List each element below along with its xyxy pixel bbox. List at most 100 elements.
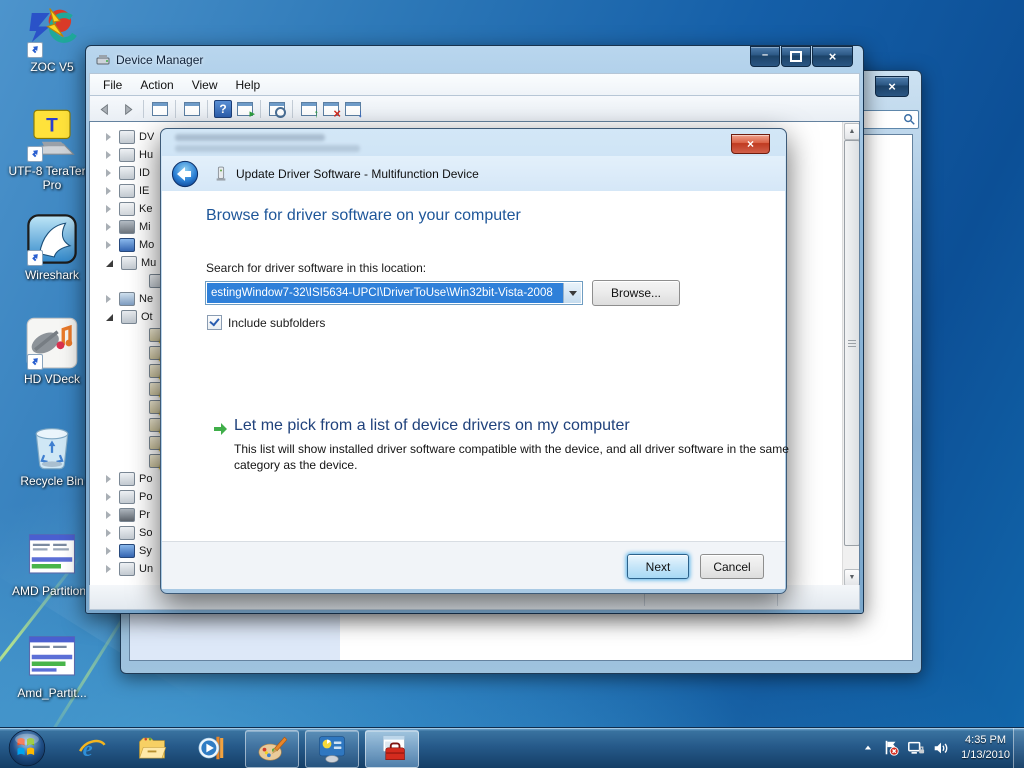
- zoc-icon: [25, 4, 79, 58]
- let-me-pick-link[interactable]: Let me pick from a list of device driver…: [234, 417, 630, 435]
- toolbar-separator: [260, 100, 261, 118]
- expand-expanded-icon[interactable]: [106, 313, 113, 321]
- recycle-icon: [25, 418, 79, 472]
- taskbar-button-toolbox[interactable]: [365, 730, 419, 768]
- expand-collapsed-icon[interactable]: [106, 151, 111, 159]
- uninstall-icon[interactable]: ×: [321, 100, 341, 120]
- menu-action[interactable]: Action: [131, 76, 182, 94]
- window-title: Device Manager: [116, 52, 204, 67]
- driver-path-value[interactable]: estingWindow7-32\ISI5634-UPCI\DriverToUs…: [207, 283, 564, 303]
- action-center-icon[interactable]: [882, 739, 900, 757]
- show-desktop-button[interactable]: [1013, 728, 1024, 768]
- hidden-icons-icon[interactable]: [861, 739, 875, 757]
- expand-collapsed-icon[interactable]: [106, 565, 111, 573]
- menu-view[interactable]: View: [183, 76, 227, 94]
- expand-collapsed-icon[interactable]: [106, 223, 111, 231]
- glass-ghost-text: [175, 145, 360, 152]
- tree-item-label: Ot: [141, 311, 153, 323]
- properties-icon[interactable]: [182, 100, 201, 118]
- cancel-button[interactable]: Cancel: [700, 554, 764, 579]
- menu-file[interactable]: File: [94, 76, 131, 94]
- search-input[interactable]: [861, 110, 919, 129]
- start-button[interactable]: [8, 729, 46, 767]
- menu-help[interactable]: Help: [227, 76, 270, 94]
- driver-path-combobox[interactable]: estingWindow7-32\ISI5634-UPCI\DriverToUs…: [205, 281, 583, 305]
- expand-collapsed-icon[interactable]: [106, 133, 111, 141]
- taskbar: e 4:35 PM 1/13/2010: [0, 727, 1024, 768]
- toolbar-separator: [143, 100, 144, 118]
- tree-item-label: Un: [139, 563, 154, 575]
- multi-device-icon: [121, 256, 137, 270]
- let-me-pick-description: This list will show installed driver sof…: [234, 442, 789, 473]
- help-icon[interactable]: ?: [214, 100, 232, 118]
- svg-text:e: e: [83, 736, 93, 761]
- expand-collapsed-icon[interactable]: [106, 169, 111, 177]
- search-icon: [904, 114, 915, 125]
- tree-item-label: Ne: [139, 293, 154, 305]
- drive-device-icon: [119, 130, 135, 144]
- close-button[interactable]: [875, 76, 909, 97]
- back-button[interactable]: [171, 160, 199, 188]
- update-driver-wizard-dialog[interactable]: × Update Driver Software - Multifunction…: [160, 128, 789, 594]
- browse-button[interactable]: Browse...: [592, 280, 680, 306]
- ide-device-icon: [119, 166, 135, 180]
- shortcut-arrow-icon: [27, 42, 43, 58]
- shortcut-arrow-icon: [27, 146, 43, 162]
- menu-bar: File Action View Help: [89, 73, 860, 96]
- update-driver-icon[interactable]: ↑: [299, 100, 319, 120]
- combobox-dropdown-button[interactable]: [563, 283, 581, 303]
- close-button[interactable]: [812, 46, 853, 67]
- taskbar-clock[interactable]: 4:35 PM 1/13/2010: [961, 733, 1010, 764]
- expand-collapsed-icon[interactable]: [106, 295, 111, 303]
- tree-item-label: Ke: [139, 203, 153, 215]
- scroll-down-button[interactable]: ▼: [844, 569, 859, 586]
- clock-time: 4:35 PM: [965, 733, 1007, 746]
- minimize-button[interactable]: [750, 46, 780, 67]
- tree-item-label: Po: [139, 473, 153, 485]
- expand-collapsed-icon[interactable]: [106, 529, 111, 537]
- taskbar-button-ie[interactable]: e: [70, 730, 114, 766]
- system-tray: 4:35 PM 1/13/2010: [861, 728, 1010, 768]
- network-icon[interactable]: [907, 739, 925, 757]
- console-tree-icon[interactable]: [150, 100, 169, 118]
- system-device-icon: [119, 544, 135, 558]
- desktop-icon-label: Amd_Partit...: [17, 686, 87, 700]
- back-icon[interactable]: [96, 100, 115, 118]
- network-device-icon: [119, 292, 135, 306]
- next-button[interactable]: Next: [627, 554, 689, 579]
- windows7-desktop: ZOC V5 T UTF-8 TeraTerm Pro Wireshark HD VDe…: [0, 0, 1024, 768]
- tree-scrollbar[interactable]: ▲ ▼: [842, 122, 859, 587]
- expand-collapsed-icon[interactable]: [106, 547, 111, 555]
- taskbar-button-paint[interactable]: [245, 730, 299, 768]
- include-subfolders-checkbox[interactable]: [207, 315, 222, 330]
- wireshark-icon: [25, 212, 79, 266]
- toolbar-separator: [292, 100, 293, 118]
- taskbar-button-wmp[interactable]: [190, 730, 234, 766]
- scan-changes-icon[interactable]: ↓: [343, 100, 363, 120]
- desktop-icon-amdpart2[interactable]: Amd_Partit...: [4, 630, 100, 701]
- tree-item-label: Po: [139, 491, 153, 503]
- expand-collapsed-icon[interactable]: [106, 241, 111, 249]
- scrollbar-thumb[interactable]: [844, 140, 859, 546]
- amdpart-icon: [25, 528, 79, 582]
- scroll-up-button[interactable]: ▲: [844, 123, 859, 140]
- taskbar-button-explorer[interactable]: [130, 730, 174, 766]
- expand-collapsed-icon[interactable]: [106, 475, 111, 483]
- forward-icon[interactable]: [118, 100, 137, 118]
- expand-collapsed-icon[interactable]: [106, 187, 111, 195]
- close-button[interactable]: ×: [731, 134, 770, 154]
- driver-icon: [216, 166, 226, 181]
- expand-collapsed-icon[interactable]: [106, 493, 111, 501]
- device-manager-titlebar[interactable]: Device Manager: [86, 46, 863, 73]
- taskbar-button-cpanel[interactable]: [305, 730, 359, 768]
- find-icon[interactable]: [267, 100, 286, 118]
- maximize-button[interactable]: [781, 46, 811, 67]
- expand-collapsed-icon[interactable]: [106, 511, 111, 519]
- tree-item-label: Mu: [141, 257, 157, 269]
- volume-icon[interactable]: [932, 739, 950, 757]
- tree-item-label: Mo: [139, 239, 155, 251]
- expand-collapsed-icon[interactable]: [106, 205, 111, 213]
- show-action-icon[interactable]: ▸: [235, 100, 255, 120]
- toolbar-separator: [175, 100, 176, 118]
- expand-expanded-icon[interactable]: [106, 259, 113, 267]
